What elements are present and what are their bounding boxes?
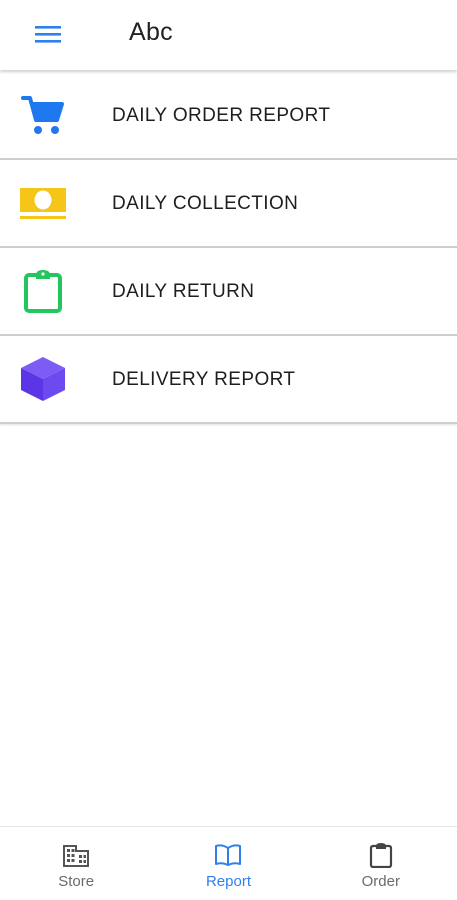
shopping-cart-icon xyxy=(18,92,68,138)
building-icon xyxy=(62,841,90,869)
clipboard-icon xyxy=(367,841,395,869)
nav-item-report[interactable]: Report xyxy=(152,827,304,900)
page-title: Abc xyxy=(129,18,173,46)
book-icon xyxy=(214,841,242,869)
report-item-label: DAILY COLLECTION xyxy=(112,193,299,214)
report-item-label: DELIVERY REPORT xyxy=(112,369,296,390)
app-bar: Abc xyxy=(0,0,457,70)
nav-label-report: Report xyxy=(205,873,251,890)
report-list: DAILY ORDER REPORT DAILY COLLECTION DAIL… xyxy=(0,72,457,424)
report-item-daily-return[interactable]: DAILY RETURN xyxy=(0,248,457,336)
report-item-label: DAILY ORDER REPORT xyxy=(112,105,331,126)
cash-icon xyxy=(18,180,68,226)
menu-button[interactable] xyxy=(22,14,74,54)
nav-label-order: Order xyxy=(361,873,400,890)
cube-icon xyxy=(18,356,68,402)
nav-item-order[interactable]: Order xyxy=(305,827,457,900)
report-item-delivery[interactable]: DELIVERY REPORT xyxy=(0,336,457,424)
bottom-navigation: Store Report Order xyxy=(0,826,457,900)
report-item-daily-collection[interactable]: DAILY COLLECTION xyxy=(0,160,457,248)
report-item-label: DAILY RETURN xyxy=(112,281,255,302)
app-root: Abc DAILY ORDER REPORT DAILY COLLECTION … xyxy=(0,0,457,900)
report-item-daily-order[interactable]: DAILY ORDER REPORT xyxy=(0,72,457,160)
nav-item-store[interactable]: Store xyxy=(0,827,152,900)
clipboard-icon xyxy=(18,268,68,314)
nav-label-store: Store xyxy=(58,873,95,890)
hamburger-menu-icon xyxy=(35,26,61,43)
